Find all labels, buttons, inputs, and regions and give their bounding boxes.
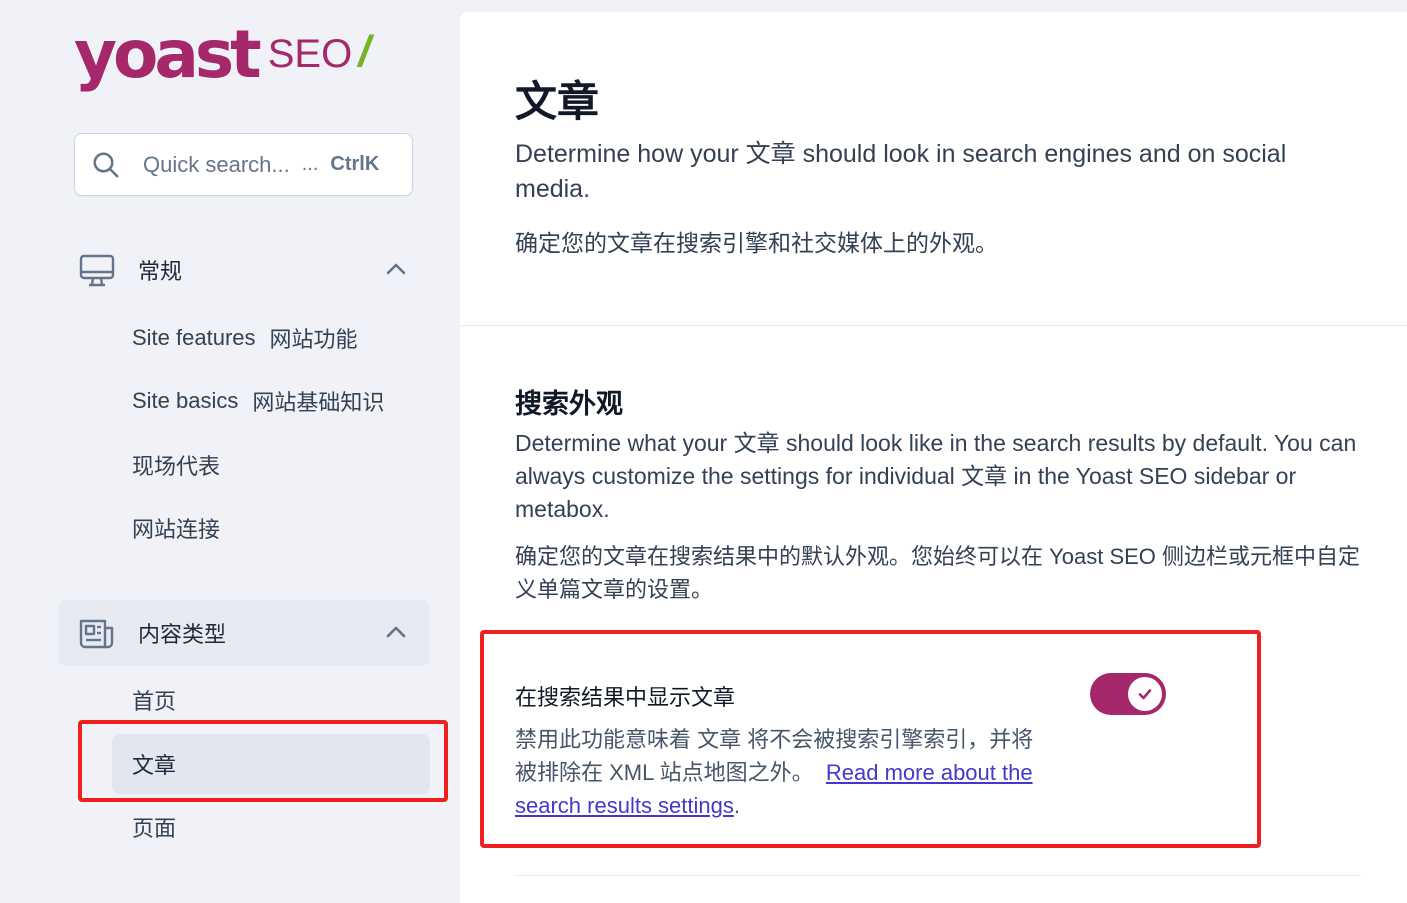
yoast-logo: yoast SEO / bbox=[74, 8, 370, 88]
sidebar-item-label: Site features bbox=[132, 325, 256, 350]
nav-group-general[interactable]: 常规 bbox=[58, 237, 430, 303]
section-description: Determine what your 文章 should look like … bbox=[515, 430, 1357, 522]
search-icon bbox=[93, 152, 119, 177]
setting-description: 禁用此功能意味着 文章 将不会被搜索引擎索引，并将被排除在 XML 站点地图之外… bbox=[515, 723, 1055, 822]
page-description: Determine how your 文章 should look in sea… bbox=[515, 140, 1287, 203]
page-title: 文章 bbox=[515, 78, 600, 125]
nav-group-label: 常规 bbox=[138, 259, 183, 284]
main-panel: 文章 Determine how your 文章 should look in … bbox=[460, 12, 1407, 903]
sidebar-item-site-features[interactable]: Site features 网站功能 bbox=[112, 308, 430, 368]
sidebar-item-label: 页面 bbox=[132, 816, 177, 841]
quick-search-button[interactable]: Quick search... ... CtrlK bbox=[74, 133, 413, 196]
desktop-icon bbox=[79, 254, 115, 287]
sidebar-item-label: 网站连接 bbox=[132, 517, 221, 542]
page-description-zh: 确定您的文章在搜索引擎和社交媒体上的外观。 bbox=[515, 230, 998, 256]
bottom-divider bbox=[515, 875, 1361, 876]
section-description-zh: 确定您的文章在搜索结果中的默认外观。您始终可以在 Yoast SEO 侧边栏或元… bbox=[515, 544, 1361, 602]
check-icon bbox=[1138, 689, 1152, 700]
search-placeholder: Quick search... bbox=[143, 151, 290, 177]
logo-wordmark: yoast bbox=[74, 16, 262, 93]
section-divider bbox=[460, 325, 1407, 326]
sidebar-item-label-zh: 网站基础知识 bbox=[252, 390, 385, 415]
sidebar-item-posts[interactable]: 文章 bbox=[112, 734, 430, 794]
sidebar-item-site-representation[interactable]: 现场代表 bbox=[112, 435, 430, 495]
link-suffix: . bbox=[733, 793, 740, 818]
section-title: 搜索外观 bbox=[515, 389, 623, 419]
logo-slash: / bbox=[358, 27, 371, 76]
chevron-up-icon bbox=[386, 626, 406, 638]
nav-group-label: 内容类型 bbox=[138, 622, 227, 647]
nav-group-content-types[interactable]: 内容类型 bbox=[58, 600, 430, 666]
sidebar-item-label: 现场代表 bbox=[132, 454, 221, 479]
setting-label: 在搜索结果中显示文章 bbox=[515, 685, 736, 710]
search-ellipsis: ... bbox=[301, 153, 319, 175]
show-in-search-toggle[interactable] bbox=[1090, 673, 1166, 715]
search-shortcut: CtrlK bbox=[330, 153, 380, 175]
sidebar-item-label: Site basics bbox=[132, 388, 239, 413]
toggle-knob bbox=[1128, 677, 1162, 711]
sidebar-item-homepage[interactable]: 首页 bbox=[112, 670, 430, 730]
sidebar-item-site-connections[interactable]: 网站连接 bbox=[112, 498, 430, 558]
sidebar-item-pages[interactable]: 页面 bbox=[112, 797, 430, 857]
sidebar-item-label: 首页 bbox=[132, 689, 177, 714]
sidebar-item-label: 文章 bbox=[132, 753, 177, 778]
sidebar-item-label-zh: 网站功能 bbox=[269, 327, 358, 352]
chevron-up-icon bbox=[386, 263, 406, 275]
newspaper-icon bbox=[79, 619, 114, 649]
sidebar-item-site-basics[interactable]: Site basics 网站基础知识 bbox=[112, 371, 430, 431]
logo-product: SEO bbox=[267, 32, 353, 76]
